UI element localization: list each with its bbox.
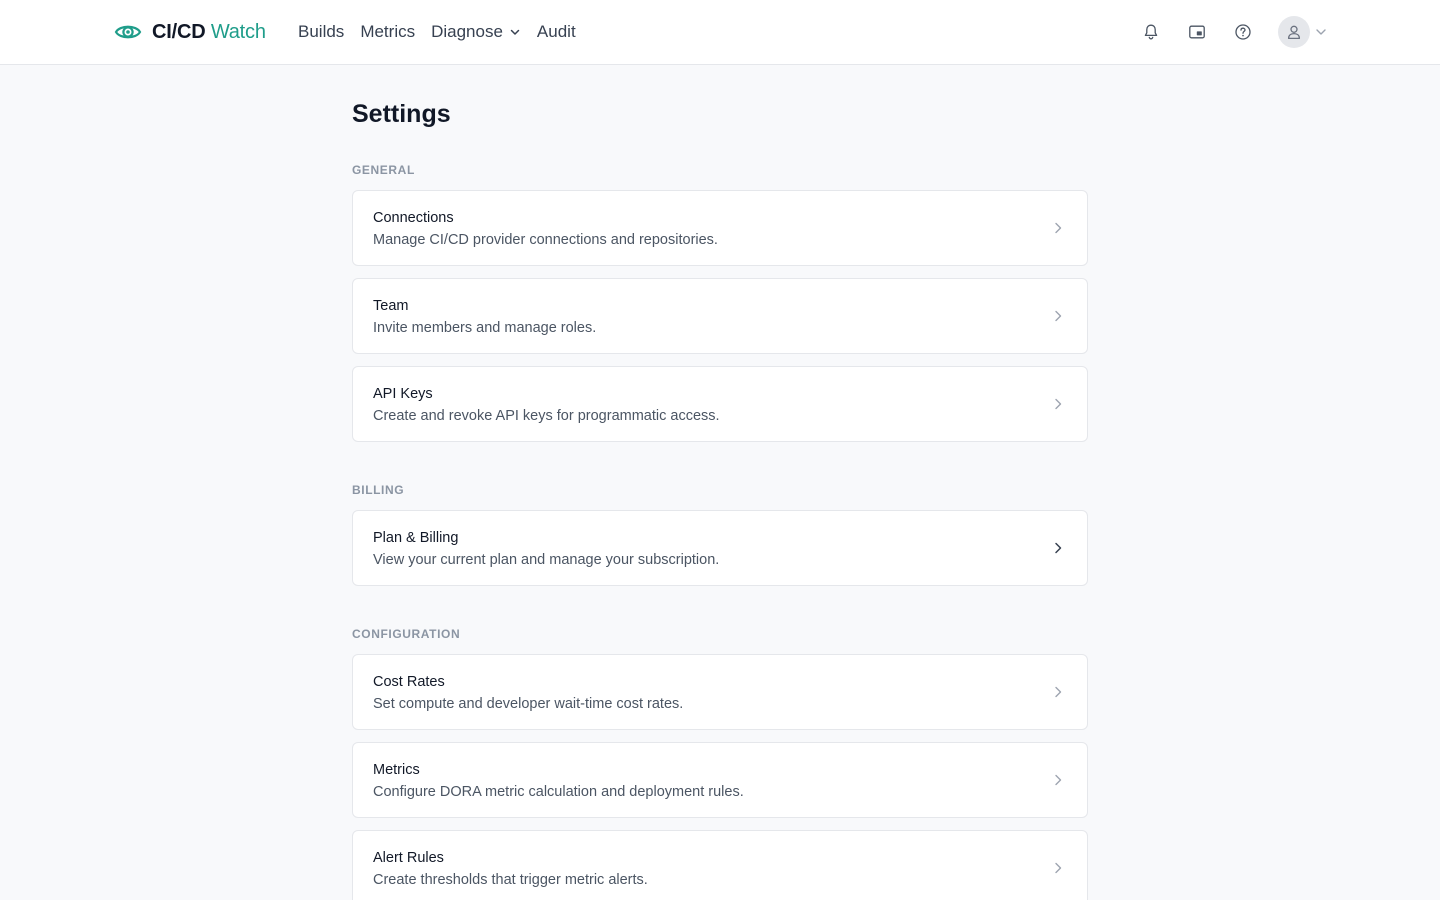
picture-in-picture-button[interactable] bbox=[1186, 21, 1208, 43]
brand-name: CI/CD Watch bbox=[152, 21, 266, 44]
settings-card-cost-rates[interactable]: Cost Rates Set compute and developer wai… bbox=[352, 654, 1088, 730]
bell-icon bbox=[1144, 24, 1158, 40]
settings-card-list: Cost Rates Set compute and developer wai… bbox=[352, 654, 1088, 900]
user-icon bbox=[1287, 25, 1301, 40]
top-navbar: CI/CD Watch Builds Metrics Diagnose Audi… bbox=[0, 0, 1440, 65]
settings-card-list: Plan & Billing View your current plan an… bbox=[352, 510, 1088, 586]
card-description: Invite members and manage roles. bbox=[373, 320, 597, 336]
settings-card-alert-rules[interactable]: Alert Rules Create thresholds that trigg… bbox=[352, 830, 1088, 900]
card-title: Cost Rates bbox=[373, 674, 445, 690]
card-description: Manage CI/CD provider connections and re… bbox=[373, 232, 718, 248]
section-configuration: Configuration Cost Rates Set compute and… bbox=[352, 626, 1088, 900]
nav-builds[interactable]: Builds bbox=[298, 22, 344, 42]
nav-metrics-label: Metrics bbox=[360, 22, 416, 41]
picture-in-picture-icon bbox=[1189, 25, 1205, 39]
help-button[interactable] bbox=[1232, 21, 1254, 43]
help-circle-icon bbox=[1235, 24, 1251, 40]
eye-icon bbox=[114, 25, 142, 39]
section-label-general: General bbox=[352, 163, 415, 177]
card-title: Team bbox=[373, 298, 409, 314]
card-title: Connections bbox=[373, 210, 454, 226]
nav-audit[interactable]: Audit bbox=[537, 22, 576, 42]
notifications-button[interactable] bbox=[1140, 21, 1162, 43]
page-title: Settings bbox=[352, 100, 451, 128]
settings-card-api-keys[interactable]: API Keys Create and revoke API keys for … bbox=[352, 366, 1088, 442]
chevron-right-icon bbox=[1055, 542, 1062, 554]
section-label-configuration: Configuration bbox=[352, 627, 461, 641]
avatar bbox=[1278, 16, 1310, 48]
card-title: Alert Rules bbox=[373, 850, 444, 866]
section-label-billing: Billing bbox=[352, 483, 405, 497]
card-description: Set compute and developer wait-time cost… bbox=[373, 696, 684, 712]
chevron-right-icon bbox=[1055, 686, 1062, 698]
user-menu-button[interactable] bbox=[1278, 16, 1328, 48]
card-description: Create and revoke API keys for programma… bbox=[373, 408, 720, 424]
nav-diagnose-dropdown[interactable]: Diagnose bbox=[431, 22, 521, 42]
section-billing: Billing Plan & Billing View your current… bbox=[352, 482, 1088, 586]
settings-content: Settings bbox=[352, 98, 1088, 130]
chevron-down-icon bbox=[1316, 29, 1326, 35]
section-general: General Connections Manage CI/CD provide… bbox=[352, 162, 1088, 442]
brand-name-strong: CI/CD bbox=[152, 20, 206, 43]
chevron-right-icon bbox=[1055, 862, 1062, 874]
brand-logo-link[interactable]: CI/CD Watch bbox=[114, 18, 266, 46]
settings-card-metrics[interactable]: Metrics Configure DORA metric calculatio… bbox=[352, 742, 1088, 818]
settings-card-connections[interactable]: Connections Manage CI/CD provider connec… bbox=[352, 190, 1088, 266]
chevron-right-icon bbox=[1055, 310, 1062, 322]
settings-card-team[interactable]: Team Invite members and manage roles. bbox=[352, 278, 1088, 354]
nav-audit-label: Audit bbox=[536, 22, 576, 41]
chevron-down-icon bbox=[510, 29, 520, 35]
card-description: View your current plan and manage your s… bbox=[373, 552, 720, 568]
chevron-right-icon bbox=[1055, 774, 1062, 786]
card-description: Configure DORA metric calculation and de… bbox=[373, 784, 744, 800]
nav-diagnose-label: Diagnose bbox=[431, 22, 503, 41]
nav-builds-label: Builds bbox=[298, 22, 345, 41]
header-actions bbox=[1140, 16, 1328, 48]
nav-metrics[interactable]: Metrics bbox=[360, 22, 415, 42]
card-title: Plan & Billing bbox=[373, 530, 459, 546]
card-title: API Keys bbox=[373, 386, 433, 402]
chevron-right-icon bbox=[1055, 222, 1062, 234]
settings-card-list: Connections Manage CI/CD provider connec… bbox=[352, 190, 1088, 442]
primary-nav: Builds Metrics Diagnose Audit bbox=[298, 20, 576, 44]
card-description: Create thresholds that trigger metric al… bbox=[373, 872, 648, 888]
card-title: Metrics bbox=[373, 762, 420, 778]
brand-name-light: Watch bbox=[210, 20, 266, 43]
settings-card-plan-billing[interactable]: Plan & Billing View your current plan an… bbox=[352, 510, 1088, 586]
chevron-right-icon bbox=[1055, 398, 1062, 410]
